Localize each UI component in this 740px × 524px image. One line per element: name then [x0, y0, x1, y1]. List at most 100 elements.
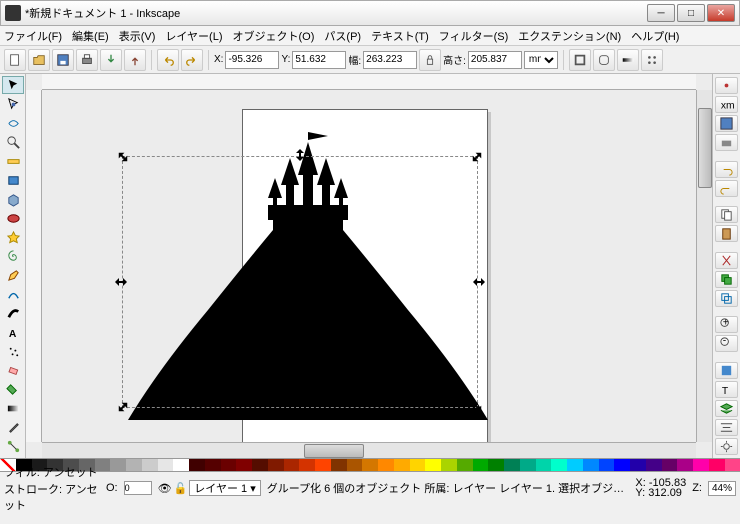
swatch[interactable] — [425, 459, 441, 471]
swatch[interactable] — [567, 459, 583, 471]
pencil-tool[interactable] — [2, 266, 24, 284]
affect-pattern-button[interactable] — [641, 49, 663, 71]
selector-tool[interactable] — [2, 76, 24, 94]
swatch[interactable] — [677, 459, 693, 471]
swatch[interactable] — [236, 459, 252, 471]
swatch[interactable] — [331, 459, 347, 471]
swatch[interactable] — [725, 459, 740, 471]
print-button[interactable] — [76, 49, 98, 71]
swatch[interactable] — [583, 459, 599, 471]
star-tool[interactable] — [2, 228, 24, 246]
unit-select[interactable]: mm — [524, 51, 558, 69]
swatch[interactable] — [693, 459, 709, 471]
handle-top-left[interactable] — [117, 151, 129, 163]
swatch[interactable] — [315, 459, 331, 471]
menu-extension[interactable]: エクステンション(N) — [518, 28, 621, 44]
swatch[interactable] — [614, 459, 630, 471]
redo-button[interactable] — [181, 49, 203, 71]
tweak-tool[interactable] — [2, 114, 24, 132]
layers-button[interactable] — [715, 400, 738, 417]
menu-filter[interactable]: フィルター(S) — [439, 28, 508, 44]
handle-left[interactable] — [115, 276, 127, 288]
bucket-tool[interactable] — [2, 381, 24, 399]
scrollbar-vertical[interactable] — [696, 90, 712, 442]
swatch[interactable] — [441, 459, 457, 471]
undo-button[interactable] — [157, 49, 179, 71]
text-tool[interactable]: A — [2, 324, 24, 342]
fill-stroke-button[interactable] — [715, 362, 738, 379]
swatch[interactable] — [110, 459, 126, 471]
open-button[interactable] — [28, 49, 50, 71]
swatch[interactable] — [536, 459, 552, 471]
coord-y-input[interactable] — [292, 51, 346, 69]
xml-editor-button[interactable]: xml — [715, 96, 738, 113]
print-button-2[interactable] — [715, 134, 738, 151]
new-button[interactable] — [4, 49, 26, 71]
snap-master-button[interactable] — [715, 77, 738, 94]
zoom-tool[interactable] — [2, 133, 24, 151]
duplicate-button[interactable] — [715, 271, 738, 288]
handle-right[interactable] — [473, 276, 485, 288]
window-close-button[interactable]: ✕ — [707, 4, 735, 22]
swatch[interactable] — [551, 459, 567, 471]
coord-h-input[interactable] — [468, 51, 522, 69]
swatch[interactable] — [630, 459, 646, 471]
menu-path[interactable]: パス(P) — [324, 28, 361, 44]
undo-2-button[interactable] — [715, 161, 738, 178]
swatch[interactable] — [709, 459, 725, 471]
bezier-tool[interactable] — [2, 286, 24, 304]
paste-button[interactable] — [715, 225, 738, 242]
swatch[interactable] — [394, 459, 410, 471]
window-maximize-button[interactable]: □ — [677, 4, 705, 22]
clone-button[interactable] — [715, 290, 738, 307]
save-button[interactable] — [52, 49, 74, 71]
menu-text[interactable]: テキスト(T) — [371, 28, 429, 44]
calligraphy-tool[interactable] — [2, 305, 24, 323]
save-copy-button[interactable] — [715, 115, 738, 132]
menu-object[interactable]: オブジェクト(O) — [233, 28, 315, 44]
swatch[interactable] — [299, 459, 315, 471]
swatch[interactable] — [362, 459, 378, 471]
handle-bottom[interactable] — [294, 403, 306, 415]
coord-x-input[interactable] — [225, 51, 279, 69]
zoom-out-button[interactable]: - — [715, 335, 738, 352]
redo-2-button[interactable] — [715, 180, 738, 197]
menu-layer[interactable]: レイヤー(L) — [165, 28, 222, 44]
connector-tool[interactable] — [2, 438, 24, 456]
import-button[interactable] — [100, 49, 122, 71]
swatch[interactable] — [252, 459, 268, 471]
swatch[interactable] — [205, 459, 221, 471]
cut-button[interactable] — [715, 252, 738, 269]
spiral-tool[interactable] — [2, 247, 24, 265]
menu-help[interactable]: ヘルプ(H) — [631, 28, 679, 44]
swatch[interactable] — [268, 459, 284, 471]
text-dialog-button[interactable]: T — [715, 381, 738, 398]
swatch[interactable] — [284, 459, 300, 471]
affect-stroke-button[interactable] — [569, 49, 591, 71]
swatch[interactable] — [378, 459, 394, 471]
swatch[interactable] — [504, 459, 520, 471]
menu-view[interactable]: 表示(V) — [119, 28, 156, 44]
scrollbar-horizontal[interactable] — [42, 442, 696, 458]
swatch[interactable] — [520, 459, 536, 471]
swatch[interactable] — [347, 459, 363, 471]
swatch[interactable] — [473, 459, 489, 471]
ruler-horizontal[interactable] — [42, 74, 696, 90]
swatch[interactable] — [457, 459, 473, 471]
swatch[interactable] — [662, 459, 678, 471]
layer-name[interactable]: レイヤー 1 ▾ — [189, 480, 260, 496]
swatch[interactable] — [221, 459, 237, 471]
swatch[interactable] — [599, 459, 615, 471]
ellipse-tool[interactable] — [2, 209, 24, 227]
affect-gradient-button[interactable] — [617, 49, 639, 71]
3dbox-tool[interactable] — [2, 190, 24, 208]
swatch[interactable] — [158, 459, 174, 471]
spray-tool[interactable] — [2, 343, 24, 361]
eraser-tool[interactable] — [2, 362, 24, 380]
handle-bottom-right[interactable] — [471, 401, 483, 413]
align-button[interactable] — [715, 419, 738, 436]
swatch[interactable] — [0, 459, 16, 471]
swatch[interactable] — [488, 459, 504, 471]
export-button[interactable] — [124, 49, 146, 71]
zoom-in-button[interactable]: + — [715, 316, 738, 333]
